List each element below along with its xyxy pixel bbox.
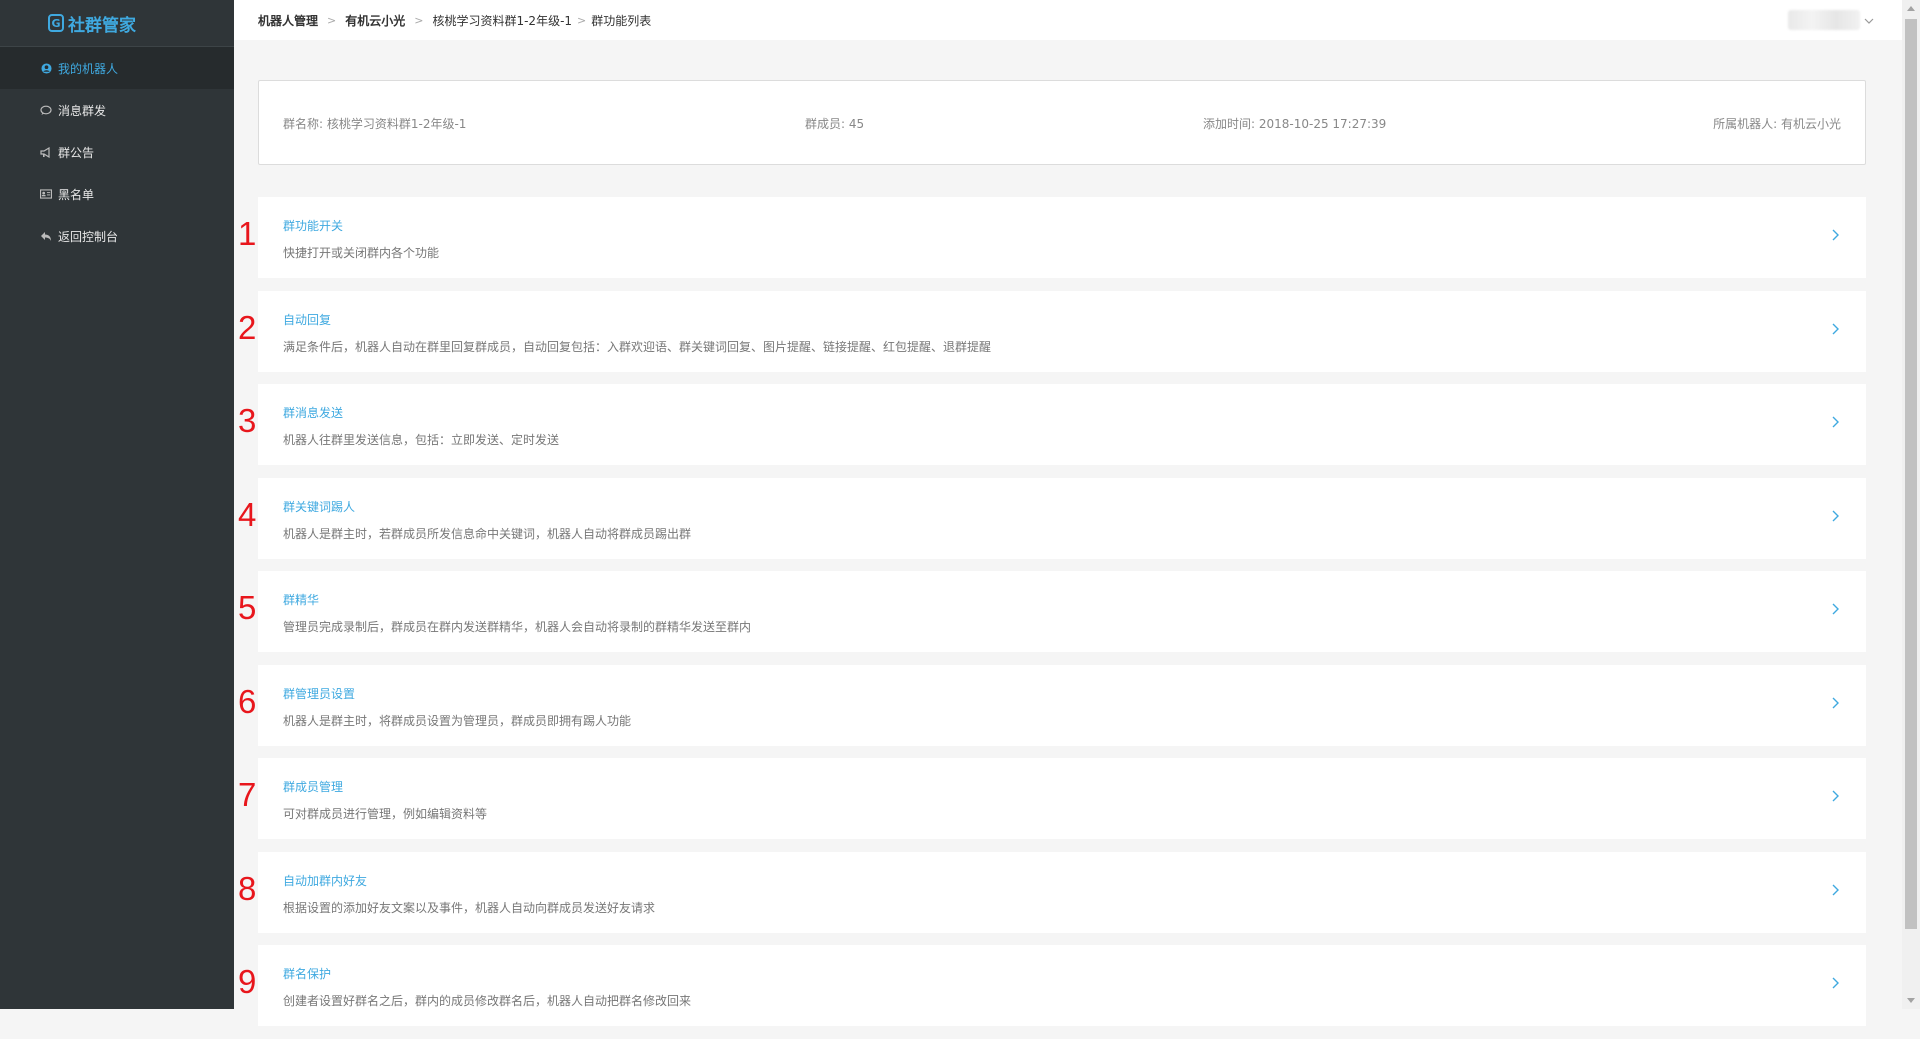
feature-item-member-management[interactable]: 7 群成员管理 可对群成员进行管理，例如编辑资料等 — [238, 758, 1866, 839]
scroll-up-icon[interactable] — [1902, 0, 1920, 17]
feature-description: 可对群成员进行管理，例如编辑资料等 — [283, 807, 488, 821]
id-card-icon — [40, 188, 52, 200]
feature-item-admin-settings[interactable]: 6 群管理员设置 机器人是群主时，将群成员设置为管理员，群成员即拥有踢人功能 — [238, 664, 1866, 746]
group-name: 群名称: 核桃学习资料群1-2年级-1 — [283, 117, 467, 131]
chevron-right-icon[interactable] — [1832, 977, 1839, 992]
feature-description: 快捷打开或关闭群内各个功能 — [283, 246, 440, 260]
annotation-number: 7 — [238, 776, 257, 813]
annotation-number: 4 — [238, 495, 257, 533]
sidebar-item-label: 返回控制台 — [58, 229, 119, 244]
chevron-right-icon[interactable] — [1832, 603, 1839, 618]
feature-title[interactable]: 群精华 — [283, 591, 319, 608]
chat-bubble-icon — [40, 104, 52, 116]
feature-item-highlights[interactable]: 5 群精华 管理员完成录制后，群成员在群内发送群精华，机器人会自动将录制的群精华… — [238, 571, 1866, 652]
breadcrumb-current-page: 群功能列表 — [591, 13, 652, 28]
feature-title[interactable]: 群名保护 — [283, 965, 331, 982]
sidebar-item-label: 我的机器人 — [58, 61, 119, 76]
group-robot: 所属机器人: 有机云小光 — [1713, 117, 1841, 131]
feature-item-keyword-kick[interactable]: 4 群关键词踢人 机器人是群主时，若群成员所发信息命中关键词，机器人自动将群成员… — [238, 477, 1866, 559]
sidebar-item-broadcast[interactable]: 消息群发 — [0, 89, 234, 131]
chevron-right-icon[interactable] — [1832, 510, 1839, 525]
annotation-number: 2 — [238, 308, 257, 346]
feature-item-auto-reply[interactable]: 2 自动回复 满足条件后，机器人自动在群里回复群成员，自动回复包括：入群欢迎语、… — [238, 290, 1866, 372]
breadcrumb-separator: > — [327, 13, 337, 27]
sidebar-item-announcement[interactable]: 群公告 — [0, 131, 234, 173]
breadcrumb-robot-management[interactable]: 机器人管理 — [258, 12, 318, 29]
chevron-right-icon[interactable] — [1832, 884, 1839, 899]
logo-text: 社群管家 — [68, 15, 136, 36]
feature-title[interactable]: 群成员管理 — [283, 778, 343, 795]
sidebar-item-label: 黑名单 — [58, 187, 95, 202]
sidebar-item-my-robots[interactable]: 我的机器人 — [0, 47, 234, 89]
reply-icon — [40, 230, 52, 242]
feature-title[interactable]: 群功能开关 — [283, 217, 343, 234]
feature-item-switch[interactable]: 1 群功能开关 快捷打开或关闭群内各个功能 — [238, 197, 1866, 278]
feature-item-message-send[interactable]: 3 群消息发送 机器人往群里发送信息，包括：立即发送、定时发送 — [238, 384, 1866, 465]
feature-title[interactable]: 群关键词踢人 — [283, 498, 355, 515]
group-added-time: 添加时间: 2018-10-25 17:27:39 — [1203, 117, 1387, 131]
sidebar-item-label: 群公告 — [58, 145, 95, 160]
feature-description: 机器人是群主时，将群成员设置为管理员，群成员即拥有踢人功能 — [283, 713, 632, 728]
annotation-number: 3 — [238, 402, 257, 439]
feature-title[interactable]: 自动回复 — [283, 311, 331, 328]
sidebar-nav: 我的机器人 消息群发 群公告 黑名单 返回控制台 — [0, 47, 234, 257]
sidebar-item-blacklist[interactable]: 黑名单 — [0, 173, 234, 215]
app-logo[interactable]: G 社群管家 — [0, 0, 234, 47]
sidebar-item-back-console[interactable]: 返回控制台 — [0, 215, 234, 257]
chevron-right-icon[interactable] — [1832, 790, 1839, 805]
logo-mark-icon: G — [48, 14, 64, 32]
annotation-number: 9 — [238, 963, 257, 1000]
sidebar-item-label: 消息群发 — [58, 103, 107, 118]
main-content: 机器人管理 > 有机云小光 > 核桃学习资料群1-2年级-1 > 群功能列表 群… — [234, 0, 1902, 1026]
top-bar: 机器人管理 > 有机云小光 > 核桃学习资料群1-2年级-1 > 群功能列表 — [234, 0, 1902, 40]
feature-title[interactable]: 群消息发送 — [283, 404, 343, 421]
breadcrumb-group-name[interactable]: 核桃学习资料群1-2年级-1 — [432, 12, 572, 29]
chevron-right-icon[interactable] — [1832, 416, 1839, 431]
megaphone-icon — [40, 146, 52, 158]
feature-title[interactable]: 自动加群内好友 — [283, 872, 367, 889]
chevron-right-icon[interactable] — [1832, 323, 1839, 338]
avatar — [1788, 10, 1860, 30]
breadcrumb-separator: > — [577, 13, 587, 27]
annotation-number: 8 — [238, 869, 257, 907]
breadcrumb-robot-name[interactable]: 有机云小光 — [345, 12, 405, 29]
feature-description: 根据设置的添加好友文案以及事件，机器人自动向群成员发送好友请求 — [283, 900, 656, 915]
sidebar: G 社群管家 我的机器人 消息群发 群公告 黑名单 返回控制台 — [0, 0, 234, 1009]
breadcrumb: 机器人管理 > 有机云小光 > 核桃学习资料群1-2年级-1 > 群功能列表 — [258, 12, 651, 29]
scrollbar-thumb[interactable] — [1905, 19, 1917, 929]
feature-description: 创建者设置好群名之后，群内的成员修改群名后，机器人自动把群名修改回来 — [283, 994, 692, 1008]
group-info-card: 群名称: 核桃学习资料群1-2年级-1 群成员: 45 添加时间: 2018-1… — [258, 80, 1866, 165]
feature-item-auto-add-friends[interactable]: 8 自动加群内好友 根据设置的添加好友文案以及事件，机器人自动向群成员发送好友请… — [238, 851, 1866, 933]
feature-description: 机器人是群主时，若群成员所发信息命中关键词，机器人自动将群成员踢出群 — [283, 526, 692, 541]
annotation-number: 1 — [238, 215, 257, 252]
feature-title[interactable]: 群管理员设置 — [283, 685, 355, 702]
scroll-down-icon[interactable] — [1902, 992, 1920, 1009]
vertical-scrollbar[interactable] — [1902, 0, 1920, 1009]
user-menu[interactable] — [1788, 10, 1874, 30]
feature-list: 1 群功能开关 快捷打开或关闭群内各个功能 2 自动回复 满足条件后，机器人自动… — [238, 197, 1866, 1039]
group-member-count: 群成员: 45 — [805, 117, 865, 131]
feature-description: 满足条件后，机器人自动在群里回复群成员，自动回复包括：入群欢迎语、群关键词回复、… — [283, 339, 992, 354]
annotation-number: 6 — [238, 682, 257, 720]
chevron-right-icon[interactable] — [1832, 229, 1839, 244]
annotation-number: 5 — [238, 589, 257, 626]
breadcrumb-separator: > — [414, 13, 424, 27]
user-circle-icon — [40, 62, 52, 74]
feature-description: 管理员完成录制后，群成员在群内发送群精华，机器人会自动将录制的群精华发送至群内 — [283, 620, 752, 634]
feature-description: 机器人往群里发送信息，包括：立即发送、定时发送 — [283, 433, 560, 447]
chevron-down-icon — [1864, 13, 1874, 27]
feature-item-name-protection[interactable]: 9 群名保护 创建者设置好群名之后，群内的成员修改群名后，机器人自动把群名修改回… — [238, 945, 1866, 1026]
chevron-right-icon[interactable] — [1832, 697, 1839, 712]
